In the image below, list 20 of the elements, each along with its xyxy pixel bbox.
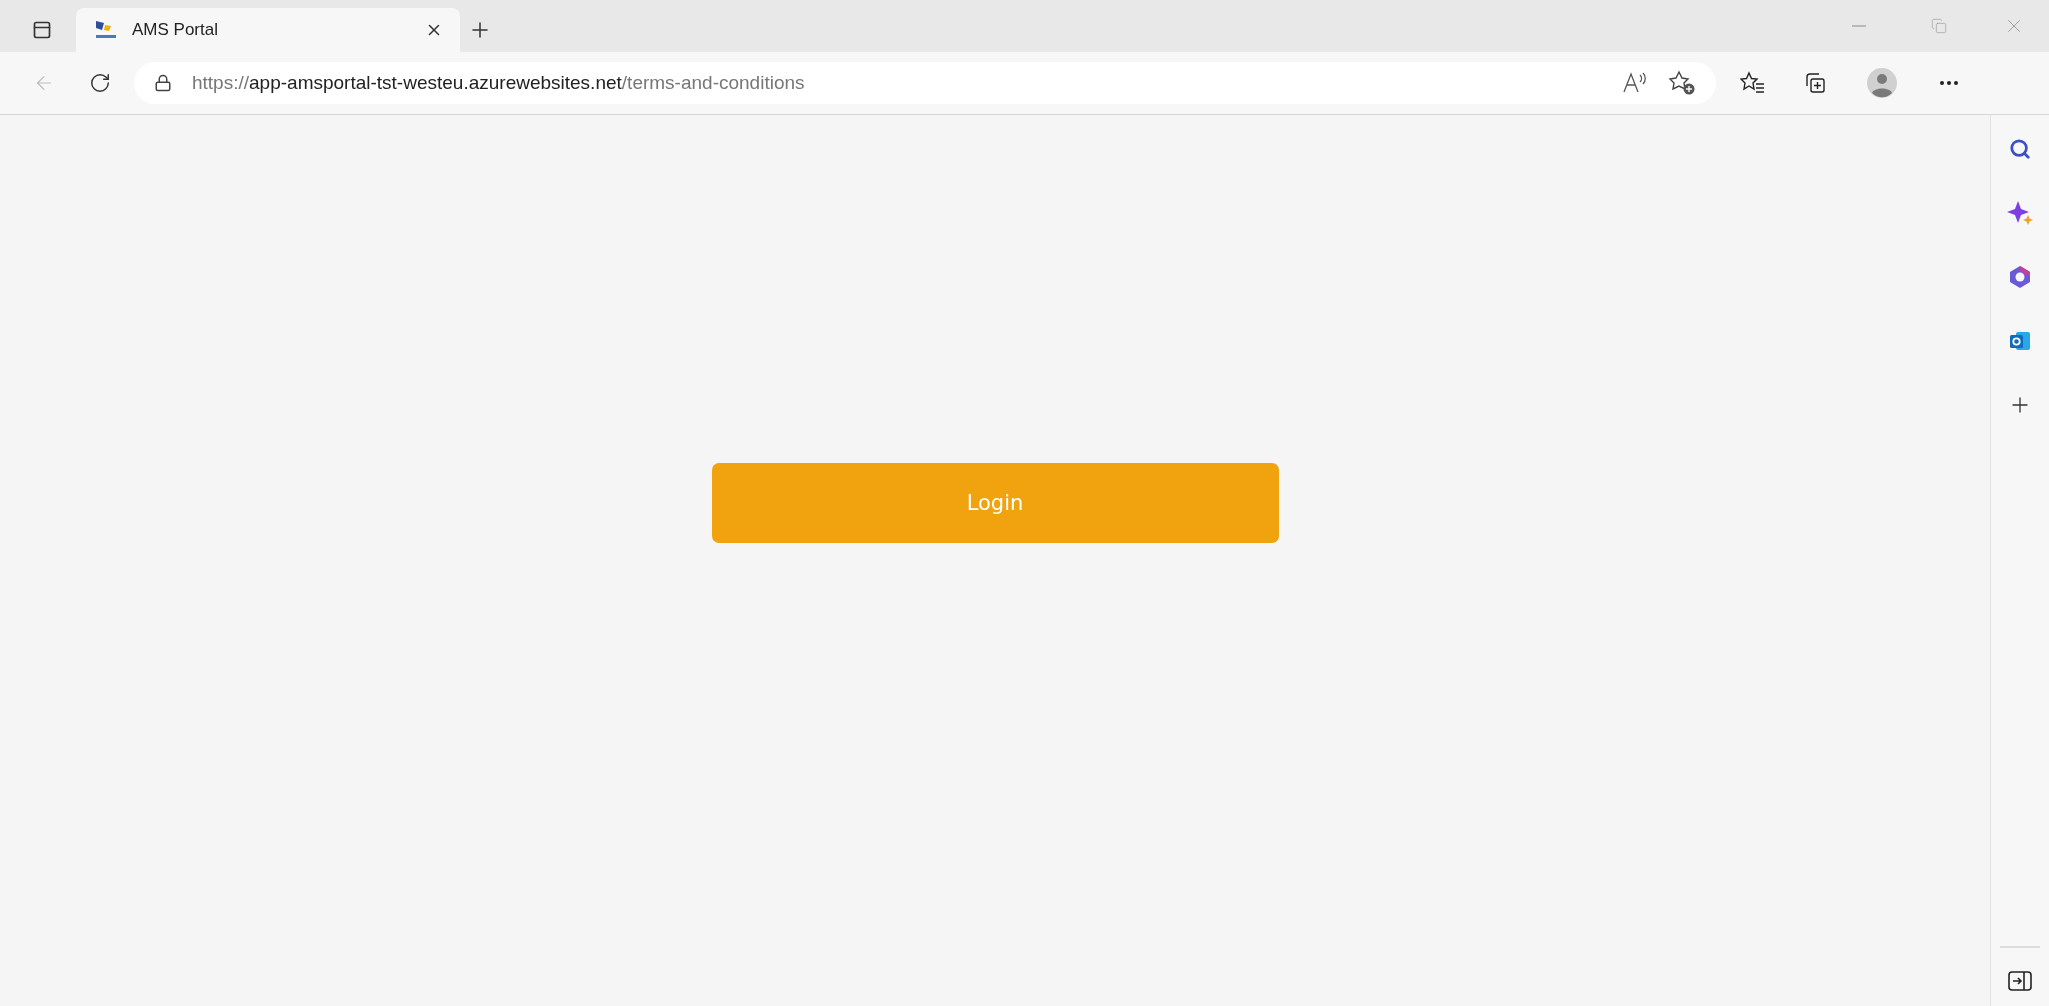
tab-title: AMS Portal — [132, 20, 219, 40]
add-favorite-icon — [1668, 70, 1696, 96]
more-icon — [1940, 81, 1958, 85]
minimize-icon — [1852, 25, 1866, 27]
address-bar[interactable]: https://app-amsportal-tst-westeu.azurewebsites.net/terms-and-conditions — [134, 62, 1716, 104]
sidebar-collapse-icon — [2008, 970, 2032, 992]
star-list-icon — [1740, 71, 1766, 95]
reload-icon — [89, 72, 111, 94]
restore-icon — [1931, 18, 1947, 34]
search-icon — [2009, 138, 2031, 160]
tab-actions-icon — [32, 20, 52, 40]
collections-icon — [1803, 71, 1827, 95]
browser-tab[interactable]: AMS Portal — [76, 8, 460, 52]
lock-icon — [154, 74, 172, 92]
mail-app-icon — [2008, 329, 2032, 353]
hexagon-ring-icon — [2008, 265, 2032, 289]
sparkle-icon — [2007, 200, 2033, 226]
read-aloud-icon — [1622, 72, 1648, 94]
url-text: https://app-amsportal-tst-westeu.azurewebsites.net/terms-and-conditions — [192, 72, 806, 94]
avatar-icon — [1867, 68, 1897, 98]
